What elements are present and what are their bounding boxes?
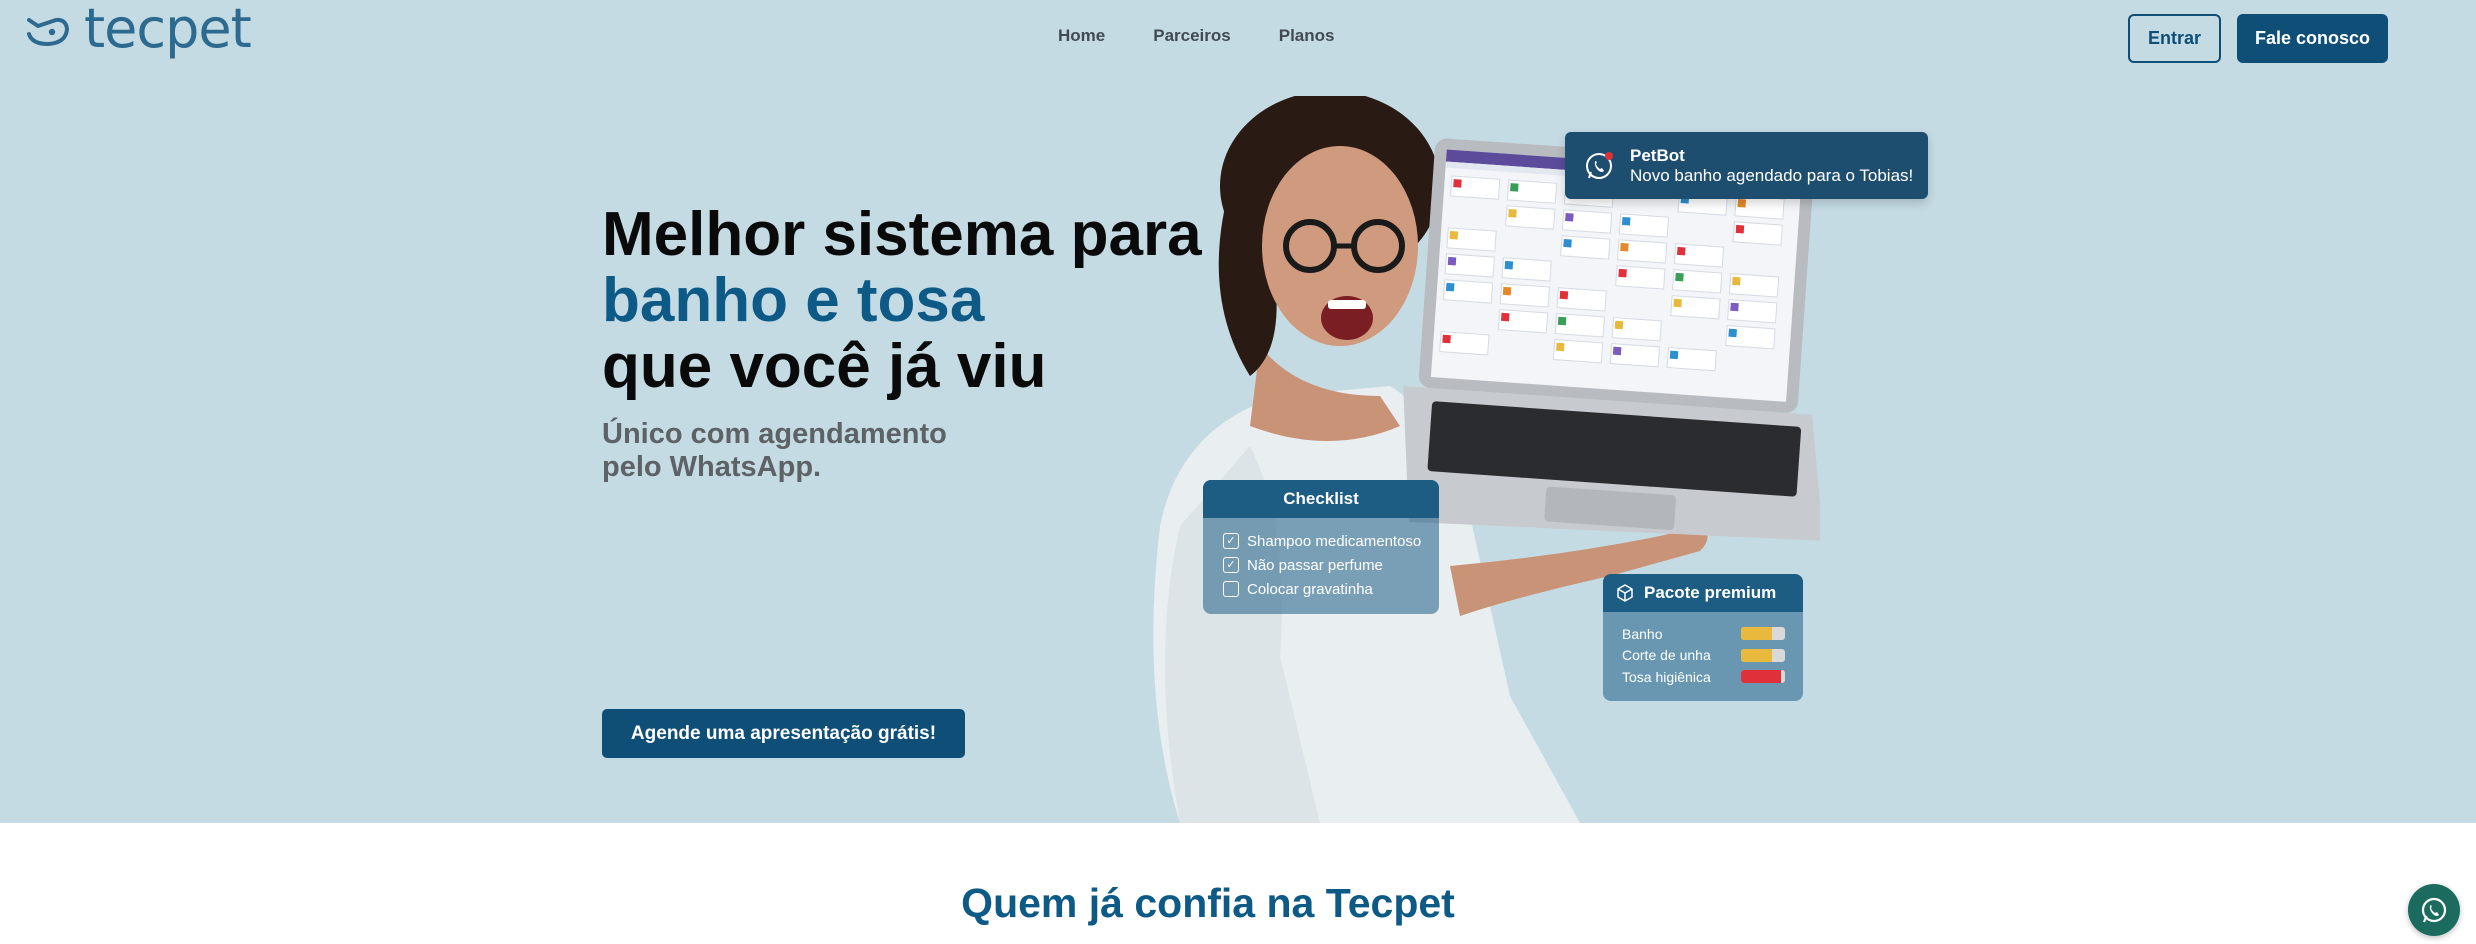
notification-message: Novo banho agendado para o Tobias! bbox=[1630, 165, 1914, 185]
tecpet-logo-icon bbox=[27, 17, 69, 46]
package-item-label: Banho bbox=[1622, 625, 1663, 642]
package-item-progress bbox=[1741, 648, 1785, 662]
package-box-icon bbox=[1617, 584, 1633, 602]
whatsapp-icon bbox=[1586, 151, 1613, 179]
headline-line-3: que você já viu bbox=[602, 332, 1047, 401]
cta-button[interactable]: Agende uma apresentação grátis! bbox=[602, 709, 965, 758]
checklist-item: ✓ Não passar perfume bbox=[1223, 553, 1439, 577]
package-item: Tosa higiênica bbox=[1622, 666, 1803, 688]
hero-section: tecpet Home Parceiros Planos Entrar Fale… bbox=[0, 0, 2476, 823]
checkbox-empty-icon bbox=[1223, 581, 1239, 597]
checkbox-checked-icon: ✓ bbox=[1223, 557, 1239, 573]
notification-title: PetBot bbox=[1630, 145, 1685, 165]
hero-subline: Único com agendamento pelo WhatsApp. bbox=[602, 418, 947, 484]
package-item-label: Tosa higiênica bbox=[1622, 668, 1711, 685]
logo-wordmark: tecpet bbox=[84, 0, 252, 60]
checklist-item-label: Colocar gravatinha bbox=[1247, 580, 1373, 598]
logo[interactable]: tecpet bbox=[26, 2, 252, 56]
checkbox-checked-icon: ✓ bbox=[1223, 533, 1239, 549]
package-item-progress bbox=[1741, 670, 1785, 684]
nav-planos[interactable]: Planos bbox=[1279, 26, 1335, 46]
hero-photo bbox=[1153, 96, 1820, 823]
package-title: Pacote premium bbox=[1644, 583, 1777, 602]
checklist-item-label: Shampoo medicamentoso bbox=[1247, 532, 1422, 550]
subline-line-1: Único com agendamento bbox=[602, 418, 947, 450]
headline-line-1: Melhor sistema para bbox=[602, 200, 1202, 269]
login-button[interactable]: Entrar bbox=[2128, 14, 2221, 63]
checklist-title: Checklist bbox=[1203, 480, 1439, 518]
checklist-item-label: Não passar perfume bbox=[1247, 556, 1383, 574]
package-card: Pacote premium Banho Corte de unha Tosa hi… bbox=[1603, 574, 1803, 701]
main-nav: Home Parceiros Planos bbox=[1058, 26, 1334, 46]
package-header: Pacote premium bbox=[1603, 574, 1803, 612]
checklist-list: ✓ Shampoo medicamentoso ✓ Não passar perfum… bbox=[1203, 518, 1439, 601]
package-rows: Banho Corte de unha Tosa higiênica bbox=[1603, 612, 1803, 688]
package-item: Corte de unha bbox=[1622, 645, 1803, 667]
subline-line-2: pelo WhatsApp. bbox=[602, 451, 822, 483]
checklist-card: Checklist ✓ Shampoo medicamentoso ✓ Não pas… bbox=[1203, 480, 1439, 614]
nav-home[interactable]: Home bbox=[1058, 26, 1105, 46]
headline-accent: banho e tosa bbox=[602, 266, 985, 335]
petbot-notification: PetBot Novo banho agendado para o Tobias… bbox=[1565, 132, 1928, 199]
whatsapp-float-button[interactable] bbox=[2408, 884, 2460, 936]
contact-button[interactable]: Fale conosco bbox=[2237, 14, 2388, 63]
whatsapp-icon bbox=[2421, 897, 2447, 923]
checklist-item: ✓ Shampoo medicamentoso bbox=[1223, 529, 1439, 553]
trust-section-title: Quem já confia na Tecpet bbox=[961, 880, 1455, 926]
package-item: Banho bbox=[1622, 623, 1803, 645]
checklist-item: Colocar gravatinha bbox=[1223, 577, 1439, 601]
package-item-progress bbox=[1741, 627, 1785, 641]
package-item-label: Corte de unha bbox=[1622, 647, 1711, 664]
hero-headline: Melhor sistema para banho e tosa que voc… bbox=[602, 202, 1202, 400]
nav-parceiros[interactable]: Parceiros bbox=[1153, 26, 1231, 46]
